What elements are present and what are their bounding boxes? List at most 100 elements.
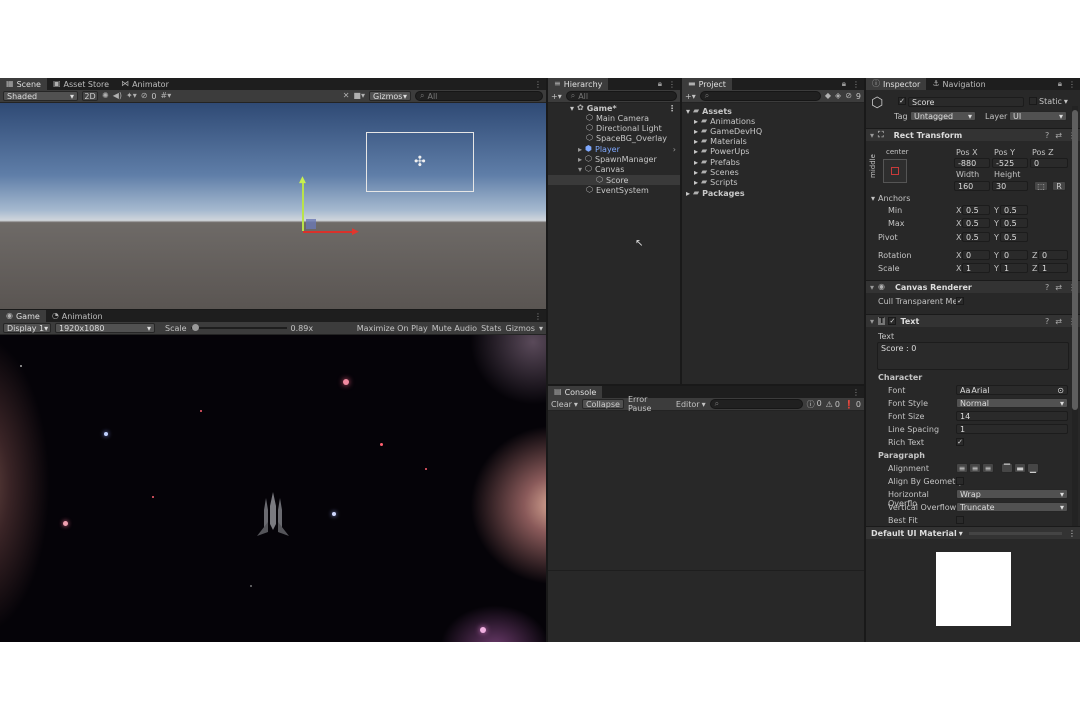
tab-scene[interactable]: ▦ Scene — [0, 78, 47, 90]
inspector-scrollbar-thumb[interactable] — [1072, 110, 1078, 410]
scale-slider-thumb[interactable] — [192, 324, 200, 331]
anchor-max-x-input[interactable]: 0.5 — [962, 218, 990, 228]
rect-transform-header[interactable]: ▾ ⛶ Rect Transform ?⇄⋮ — [866, 128, 1080, 141]
static-dropdown[interactable]: Static ▾ — [1039, 97, 1068, 106]
hierarchy-item-score[interactable]: ⬡ Score — [548, 175, 680, 185]
rotation-x-input[interactable]: 0 — [962, 250, 990, 260]
shading-dropdown[interactable]: Shaded ▾ — [3, 91, 78, 101]
game-gizmos-button[interactable]: Gizmos — [506, 324, 535, 333]
object-picker-icon[interactable]: ⊙ — [1057, 386, 1064, 394]
preset-sliders-icon[interactable]: ⇄ — [1055, 131, 1062, 140]
project-folder[interactable]: ▸ ▰ GameDevHQ — [694, 126, 762, 136]
hierarchy-more-icon[interactable]: ⋮ — [668, 80, 676, 89]
x-axis-handle[interactable] — [303, 231, 355, 233]
active-checkbox[interactable]: ✓ — [898, 97, 906, 105]
pivot-x-input[interactable]: 0.5 — [962, 232, 990, 242]
collapse-button[interactable]: Collapse — [581, 399, 624, 409]
tab-navigation[interactable]: ⚓ Navigation — [926, 78, 991, 90]
material-header[interactable]: Default UI Material ▾ ⋮ — [866, 526, 1080, 539]
object-name-input[interactable]: Score — [908, 97, 1024, 107]
chevron-right-icon[interactable]: › — [673, 145, 680, 154]
tab-hierarchy[interactable]: ≡ Hierarchy — [548, 78, 609, 90]
project-more-icon[interactable]: ⋮ — [852, 80, 860, 89]
game-viewport[interactable] — [0, 335, 546, 642]
y-axis-handle[interactable] — [302, 181, 304, 231]
project-folder[interactable]: ▸ ▰ Scenes — [694, 167, 739, 177]
hierarchy-search-input[interactable]: ⌕ All — [565, 91, 677, 101]
text-enabled-checkbox[interactable]: ✓ — [888, 317, 897, 325]
align-center-icon[interactable]: ≡ — [969, 463, 981, 473]
scene-viewport[interactable]: ✣ ▲ ▶ — [0, 103, 546, 309]
raw-edit-button[interactable]: R — [1052, 181, 1066, 191]
cull-transparent-checkbox[interactable]: ✓ — [956, 297, 964, 305]
hierarchy-item-event-system[interactable]: ⬡ EventSystem — [586, 185, 649, 195]
warning-filter-button[interactable]: ⚠ 0 — [826, 400, 840, 409]
tab-asset-store[interactable]: ▣ Asset Store — [47, 78, 115, 90]
error-pause-button[interactable]: Error Pause — [628, 395, 672, 413]
console-more-icon[interactable]: ⋮ — [852, 388, 860, 397]
label-tag-icon[interactable]: ◈ — [835, 92, 841, 100]
rotation-y-input[interactable]: 0 — [1000, 250, 1028, 260]
grid-icon[interactable]: #▾ — [161, 92, 172, 100]
align-geometry-checkbox[interactable] — [956, 477, 964, 485]
text-component-header[interactable]: ▾ T ✓ Text ?⇄⋮ — [866, 314, 1080, 327]
tab-project[interactable]: ▬ Project — [682, 78, 732, 90]
clear-button[interactable]: Clear ▾ — [551, 400, 578, 409]
project-folder[interactable]: ▸ ▰ Scripts — [694, 177, 738, 187]
hierarchy-item-directional-light[interactable]: ⬡ Directional Light — [586, 123, 662, 133]
tools-icon[interactable]: ✕ — [343, 92, 350, 100]
scene-more-icon[interactable]: ⋮ — [534, 80, 542, 89]
align-right-icon[interactable]: ≡ — [982, 463, 994, 473]
light-bulb-icon[interactable]: ✺ — [102, 92, 109, 100]
tab-animation[interactable]: ◔ Animation — [46, 310, 109, 322]
log-filter-button[interactable]: ⓘ 0 — [807, 399, 822, 410]
lock-icon[interactable]: 🔒︎ — [1058, 79, 1062, 89]
h-overflow-dropdown[interactable]: Wrap ▾ — [956, 489, 1068, 499]
stats-button[interactable]: Stats — [481, 324, 501, 333]
align-top-icon[interactable]: ▔ — [1001, 463, 1013, 473]
inspector-more-icon[interactable]: ⋮ — [1068, 80, 1076, 89]
hierarchy-item-canvas[interactable]: ▾ ⬡ Canvas — [578, 164, 624, 174]
lock-icon[interactable]: 🔒︎ — [842, 79, 846, 89]
anchor-min-x-input[interactable]: 0.5 — [962, 205, 990, 215]
chevron-down-icon[interactable]: ▾ — [539, 324, 543, 333]
project-folder[interactable]: ▸ ▰ Animations — [694, 116, 755, 126]
game-more-icon[interactable]: ⋮ — [534, 312, 542, 321]
posx-input[interactable]: -880 — [954, 158, 990, 168]
help-icon[interactable]: ? — [1045, 131, 1049, 140]
resolution-dropdown[interactable]: 1920x1080 ▾ — [55, 323, 155, 333]
line-spacing-input[interactable]: 1 — [956, 424, 1068, 434]
audio-icon[interactable]: ◀) — [113, 92, 122, 100]
scene-search-input[interactable]: ⌕ All — [415, 91, 543, 101]
help-icon[interactable]: ? — [1045, 317, 1049, 326]
project-search-input[interactable]: ⌕ — [699, 91, 821, 101]
component-more-icon[interactable]: ⋮ — [1068, 529, 1080, 538]
error-filter-button[interactable]: ❗ 0 — [844, 400, 861, 409]
anchor-max-y-input[interactable]: 0.5 — [1000, 218, 1028, 228]
height-input[interactable]: 30 — [992, 181, 1028, 191]
posz-input[interactable]: 0 — [1030, 158, 1068, 168]
mute-audio-button[interactable]: Mute Audio — [432, 324, 477, 333]
tab-game[interactable]: ◉ Game — [0, 310, 46, 322]
posy-input[interactable]: -525 — [992, 158, 1028, 168]
canvas-renderer-header[interactable]: ▾ ◉ Canvas Renderer ?⇄⋮ — [866, 280, 1080, 293]
preset-sliders-icon[interactable]: ⇄ — [1055, 317, 1062, 326]
display-dropdown[interactable]: Display 1 ▾ — [3, 323, 51, 333]
add-icon[interactable]: +▾ — [551, 92, 562, 101]
add-icon[interactable]: +▾ — [685, 92, 696, 101]
tab-animator[interactable]: ⋈ Animator — [115, 78, 175, 90]
toggle-2d-button[interactable]: 2D — [82, 91, 98, 101]
inspector-scrollbar[interactable] — [1072, 106, 1078, 526]
text-value-textarea[interactable]: Score : 0 — [877, 342, 1069, 370]
anchor-min-y-input[interactable]: 0.5 — [1000, 205, 1028, 215]
rotation-z-input[interactable]: 0 — [1038, 250, 1068, 260]
blueprint-mode-button[interactable]: ⬚ — [1034, 181, 1048, 191]
hierarchy-item-spacebg-overlay[interactable]: ⬡ SpaceBG_Overlay — [586, 133, 667, 143]
rich-text-checkbox[interactable]: ✓ — [956, 438, 964, 446]
align-left-icon[interactable]: ≡ — [956, 463, 968, 473]
project-folder[interactable]: ▸ ▰ PowerUps — [694, 146, 749, 156]
project-folder[interactable]: ▸ ▰ Prefabs — [694, 157, 740, 167]
scale-y-input[interactable]: 1 — [1000, 263, 1028, 273]
hierarchy-item-spawn-manager[interactable]: ▸ ⬡ SpawnManager — [578, 154, 657, 164]
preset-sliders-icon[interactable]: ⇄ — [1055, 283, 1062, 292]
